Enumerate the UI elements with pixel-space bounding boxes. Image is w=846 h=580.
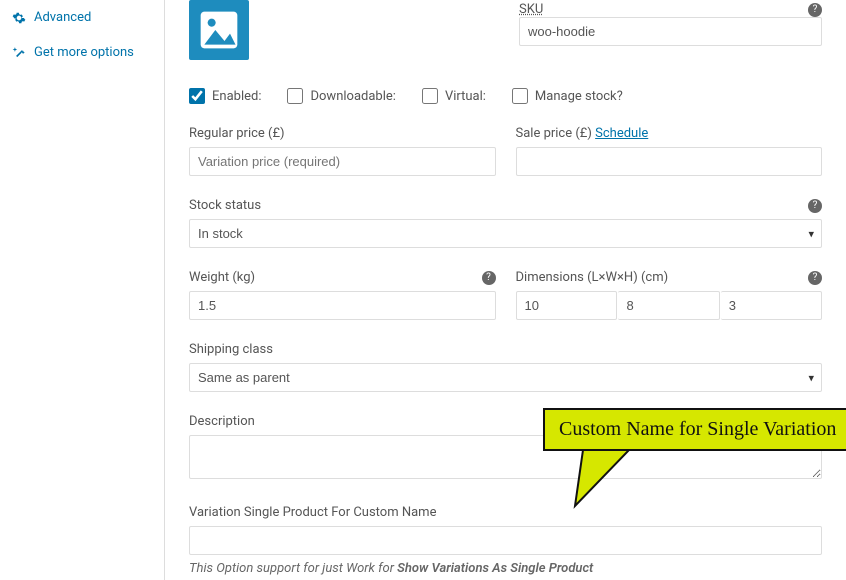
shipping-class-select[interactable]: Same as parent: [189, 363, 822, 392]
sidebar-item-label: Advanced: [34, 10, 91, 25]
schedule-link[interactable]: Schedule: [595, 126, 648, 141]
wand-icon: [12, 46, 26, 60]
sidebar: Advanced Get more options: [0, 0, 165, 580]
virtual-checkbox[interactable]: Virtual:: [422, 88, 486, 104]
help-icon[interactable]: ?: [808, 3, 822, 17]
regular-price-input[interactable]: [189, 147, 496, 176]
enabled-checkbox[interactable]: Enabled:: [189, 88, 261, 104]
weight-label: Weight (kg): [189, 270, 255, 285]
sidebar-item-advanced[interactable]: Advanced: [0, 0, 164, 35]
custom-name-hint: This Option support for just Work for Sh…: [189, 561, 822, 576]
annotation-callout: Custom Name for Single Variation: [543, 408, 846, 451]
weight-input[interactable]: [189, 291, 496, 320]
description-label: Description: [189, 414, 255, 429]
sku-label: SKU: [519, 2, 543, 17]
gear-icon: [12, 11, 26, 25]
custom-name-input[interactable]: [189, 526, 822, 555]
variation-image[interactable]: [189, 0, 249, 60]
sale-price-input[interactable]: [516, 147, 823, 176]
sale-price-label: Sale price (£): [516, 126, 592, 141]
sidebar-item-label: Get more options: [34, 45, 134, 60]
sku-input[interactable]: [519, 17, 822, 46]
downloadable-checkbox[interactable]: Downloadable:: [287, 88, 395, 104]
manage-stock-checkbox[interactable]: Manage stock?: [512, 88, 623, 104]
stock-status-select[interactable]: In stock: [189, 219, 822, 248]
help-icon[interactable]: ?: [808, 199, 822, 213]
help-icon[interactable]: ?: [808, 271, 822, 285]
dimension-width-input[interactable]: [618, 291, 719, 320]
stock-status-label: Stock status: [189, 198, 261, 213]
main-panel: SKU ? Enabled: Downloadable: Virtual: Ma…: [165, 0, 846, 580]
checkbox-row: Enabled: Downloadable: Virtual: Manage s…: [189, 88, 822, 104]
help-icon[interactable]: ?: [482, 271, 496, 285]
custom-name-label: Variation Single Product For Custom Name: [189, 505, 822, 520]
dimension-length-input[interactable]: [516, 291, 618, 320]
shipping-class-label: Shipping class: [189, 342, 822, 357]
sidebar-item-get-more[interactable]: Get more options: [0, 35, 164, 70]
regular-price-label: Regular price (£): [189, 126, 496, 141]
dimensions-label: Dimensions (L×W×H) (cm): [516, 270, 669, 285]
dimension-height-input[interactable]: [721, 291, 822, 320]
